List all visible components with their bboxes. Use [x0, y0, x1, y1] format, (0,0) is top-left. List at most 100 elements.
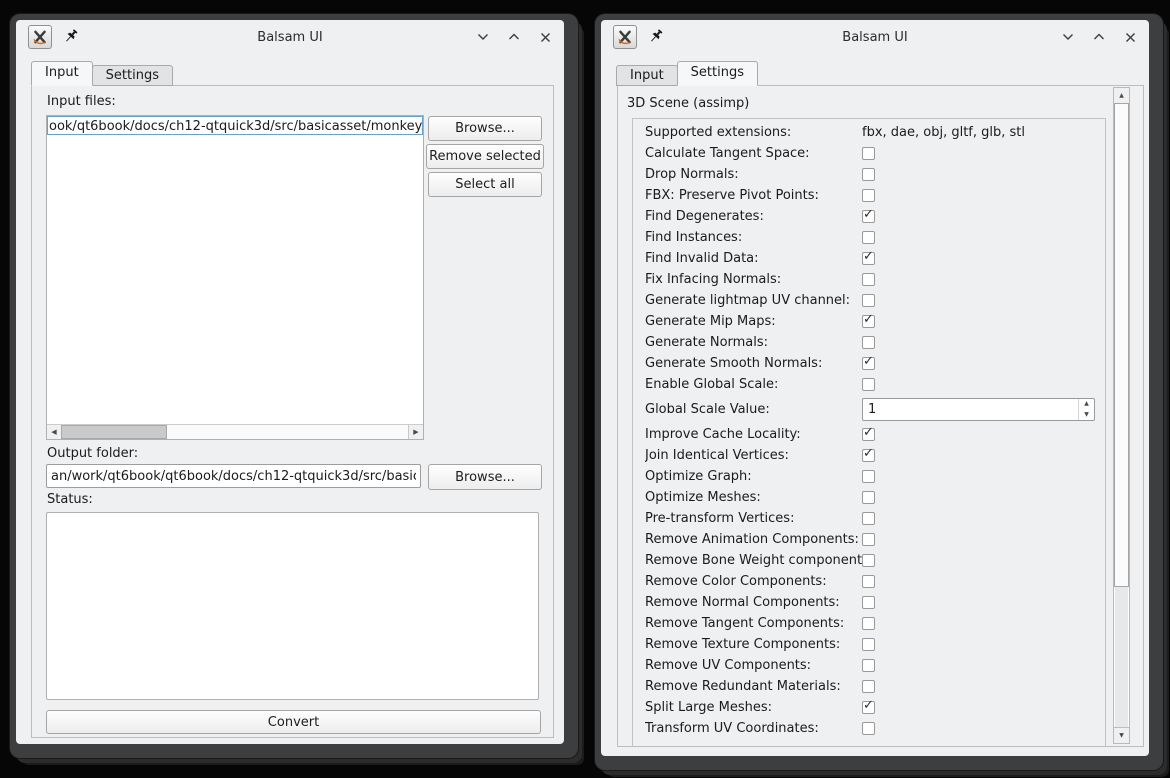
- spin-up-icon[interactable]: ▲: [1079, 399, 1094, 410]
- settings-checkbox[interactable]: ✓: [862, 357, 875, 370]
- settings-checkbox[interactable]: [862, 596, 875, 609]
- tab-settings[interactable]: Settings: [92, 65, 173, 86]
- settings-row-label: Remove Color Components:: [645, 574, 862, 589]
- settings-checkbox[interactable]: [862, 617, 875, 630]
- settings-checkbox[interactable]: ✓: [862, 210, 875, 223]
- pin-icon[interactable]: [65, 29, 81, 46]
- settings-row-label: Optimize Meshes:: [645, 490, 862, 505]
- input-files-label: Input files:: [47, 94, 116, 109]
- minimize-button[interactable]: [476, 30, 490, 44]
- settings-row: Remove UV Components:: [633, 655, 1105, 676]
- titlebar[interactable]: Balsam UI: [601, 20, 1149, 54]
- settings-row: Generate Mip Maps: ✓: [633, 311, 1105, 332]
- settings-checkbox[interactable]: [862, 378, 875, 391]
- settings-checkbox[interactable]: ✓: [862, 315, 875, 328]
- settings-checkbox[interactable]: [862, 722, 875, 735]
- settings-checkbox[interactable]: [862, 554, 875, 567]
- horizontal-scrollbar[interactable]: ◀ ▶: [47, 424, 423, 439]
- settings-row-label: Remove Bone Weight components:: [645, 553, 862, 568]
- assimp-settings-frame: Supported extensions: fbx, dae, obj, glt…: [632, 118, 1106, 746]
- xorg-app-icon[interactable]: [613, 25, 637, 49]
- settings-checkbox[interactable]: [862, 294, 875, 307]
- settings-row-label: Improve Cache Locality:: [645, 427, 862, 442]
- scroll-down-icon[interactable]: ▼: [1114, 727, 1129, 743]
- settings-row-label: Calculate Tangent Space:: [645, 146, 862, 161]
- settings-row: Remove Tangent Components:: [633, 613, 1105, 634]
- xorg-app-icon[interactable]: [28, 25, 52, 49]
- settings-checkbox[interactable]: [862, 168, 875, 181]
- input-files-list[interactable]: ook/qt6book/docs/ch12-qtquick3d/src/basi…: [46, 115, 424, 440]
- settings-row: Generate Normals:: [633, 332, 1105, 353]
- settings-row: Remove Redundant Materials:: [633, 676, 1105, 697]
- settings-checkbox[interactable]: [862, 147, 875, 160]
- settings-checkbox[interactable]: [862, 470, 875, 483]
- settings-row-label: Find Degenerates:: [645, 209, 862, 224]
- pin-icon[interactable]: [650, 29, 666, 46]
- settings-row-label: Remove UV Components:: [645, 658, 862, 673]
- browse-input-button[interactable]: Browse...: [428, 116, 542, 141]
- settings-checkbox[interactable]: ✓: [862, 701, 875, 714]
- minimize-button[interactable]: [1061, 30, 1075, 44]
- browse-output-button[interactable]: Browse...: [428, 464, 542, 490]
- scroll-up-icon[interactable]: ▲: [1114, 88, 1129, 104]
- settings-row: Join Identical Vertices: ✓: [633, 445, 1105, 466]
- titlebar[interactable]: Balsam UI: [16, 20, 564, 54]
- settings-row-label: Generate lightmap UV channel:: [645, 293, 862, 308]
- settings-row: Fix Infacing Normals:: [633, 269, 1105, 290]
- settings-checkbox[interactable]: [862, 575, 875, 588]
- settings-row: Calculate Tangent Space:: [633, 143, 1105, 164]
- file-list-items: ook/qt6book/docs/ch12-qtquick3d/src/basi…: [47, 116, 423, 425]
- settings-row: Supported extensions: fbx, dae, obj, glt…: [633, 122, 1105, 143]
- settings-checkbox[interactable]: [862, 231, 875, 244]
- status-box[interactable]: [46, 512, 539, 700]
- settings-row-label: Remove Animation Components:: [645, 532, 862, 547]
- global-scale-spinbox[interactable]: 1▲▼: [862, 398, 1095, 421]
- output-folder-input[interactable]: [46, 464, 421, 488]
- tab-input[interactable]: Input: [616, 65, 678, 86]
- settings-checkbox[interactable]: [862, 680, 875, 693]
- settings-checkbox[interactable]: [862, 273, 875, 286]
- settings-row-label: Drop Normals:: [645, 167, 862, 182]
- settings-checkbox[interactable]: ✓: [862, 252, 875, 265]
- tab-input[interactable]: Input: [31, 61, 93, 86]
- settings-row-label: Find Instances:: [645, 230, 862, 245]
- settings-row: Remove Color Components:: [633, 571, 1105, 592]
- vertical-scrollbar[interactable]: ▲ ▼: [1113, 87, 1130, 744]
- settings-checkbox[interactable]: [862, 491, 875, 504]
- vertical-scrollbar-thumb[interactable]: [1114, 103, 1129, 587]
- checkmark-icon: ✓: [863, 446, 874, 461]
- close-button[interactable]: [538, 30, 552, 44]
- maximize-button[interactable]: [1092, 30, 1106, 44]
- settings-tab-pane: 3D Scene (assimp) Supported extensions: …: [617, 85, 1144, 747]
- convert-button[interactable]: Convert: [46, 710, 541, 734]
- status-label: Status:: [47, 492, 93, 507]
- spin-down-icon[interactable]: ▼: [1079, 410, 1094, 421]
- settings-row: Find Invalid Data: ✓: [633, 248, 1105, 269]
- horizontal-scrollbar-thumb[interactable]: [61, 425, 167, 439]
- settings-row-label: FBX: Preserve Pivot Points:: [645, 188, 862, 203]
- settings-checkbox[interactable]: [862, 533, 875, 546]
- settings-checkbox[interactable]: [862, 336, 875, 349]
- settings-checkbox[interactable]: [862, 659, 875, 672]
- select-all-button[interactable]: Select all: [428, 172, 542, 197]
- settings-row-label: Generate Smooth Normals:: [645, 356, 862, 371]
- scroll-right-icon[interactable]: ▶: [408, 425, 423, 439]
- settings-checkbox[interactable]: [862, 189, 875, 202]
- settings-row: Remove Texture Components:: [633, 634, 1105, 655]
- settings-row: FBX: Preserve Pivot Points:: [633, 185, 1105, 206]
- maximize-button[interactable]: [507, 30, 521, 44]
- settings-checkbox[interactable]: ✓: [862, 449, 875, 462]
- close-button[interactable]: [1123, 30, 1137, 44]
- tab-settings[interactable]: Settings: [677, 61, 758, 86]
- remove-selected-button[interactable]: Remove selected: [426, 144, 544, 169]
- settings-row: Generate lightmap UV channel:: [633, 290, 1105, 311]
- checkmark-icon: ✓: [863, 249, 874, 264]
- window-balsam-input: Balsam UI Input Settings Input files: oo…: [10, 14, 578, 758]
- settings-checkbox[interactable]: [862, 512, 875, 525]
- settings-row-value: fbx, dae, obj, gltf, glb, stl: [862, 125, 1025, 140]
- settings-row-label: Split Large Meshes:: [645, 700, 862, 715]
- file-list-item-selected[interactable]: ook/qt6book/docs/ch12-qtquick3d/src/basi…: [47, 116, 423, 135]
- settings-checkbox[interactable]: ✓: [862, 428, 875, 441]
- settings-checkbox[interactable]: [862, 638, 875, 651]
- scroll-left-icon[interactable]: ◀: [47, 425, 62, 439]
